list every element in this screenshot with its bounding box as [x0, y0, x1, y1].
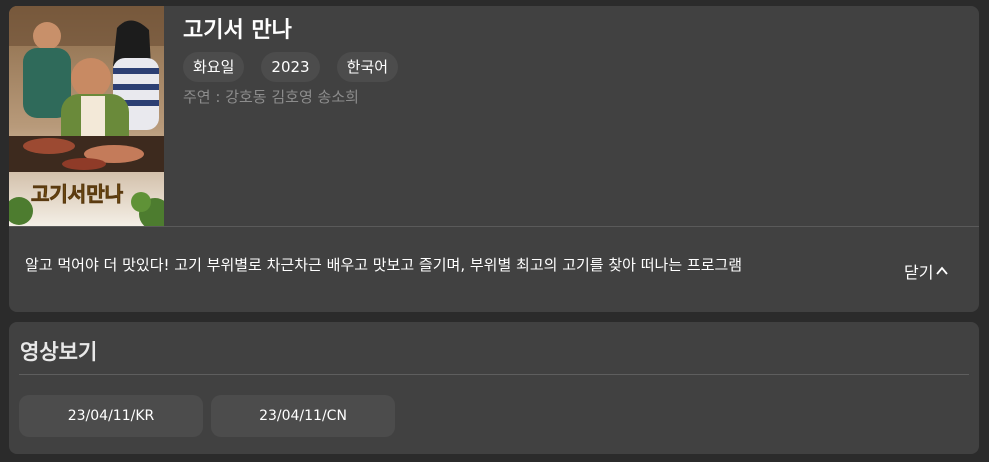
show-title: 고기서 만나: [183, 18, 292, 43]
close-label: 닫기: [904, 263, 934, 282]
tag-language: 한국어: [336, 52, 398, 82]
section-title: 영상보기: [20, 340, 98, 364]
episode-button-cn[interactable]: 23/04/11/CN: [211, 395, 395, 437]
poster-logo: 고기서만나: [31, 182, 124, 206]
tag-year: 2023: [261, 52, 320, 82]
video-section: 영상보기 23/04/11/KR 23/04/11/CN: [9, 322, 979, 454]
collapse-description-button[interactable]: 닫기: [904, 259, 949, 283]
show-poster: 고기서만나: [9, 6, 164, 226]
poster-image: 고기서만나: [9, 6, 164, 226]
divider: [19, 374, 969, 375]
show-description: 알고 먹어야 더 맛있다! 고기 부위별로 차근차근 배우고 맛보고 즐기며, …: [25, 256, 743, 274]
show-cast: 주연 : 강호동 김호영 송소희: [183, 88, 359, 106]
episode-list: 23/04/11/KR 23/04/11/CN: [19, 395, 395, 437]
chevron-up-icon: [936, 266, 949, 275]
show-info-card: 고기서만나 고기서 만나 화요일 2023 한국어 주연 : 강호동 김호영 송…: [9, 6, 979, 312]
tag-day: 화요일: [183, 52, 245, 82]
show-tags: 화요일 2023 한국어: [183, 52, 398, 82]
episode-button-kr[interactable]: 23/04/11/KR: [19, 395, 203, 437]
divider: [9, 226, 979, 227]
